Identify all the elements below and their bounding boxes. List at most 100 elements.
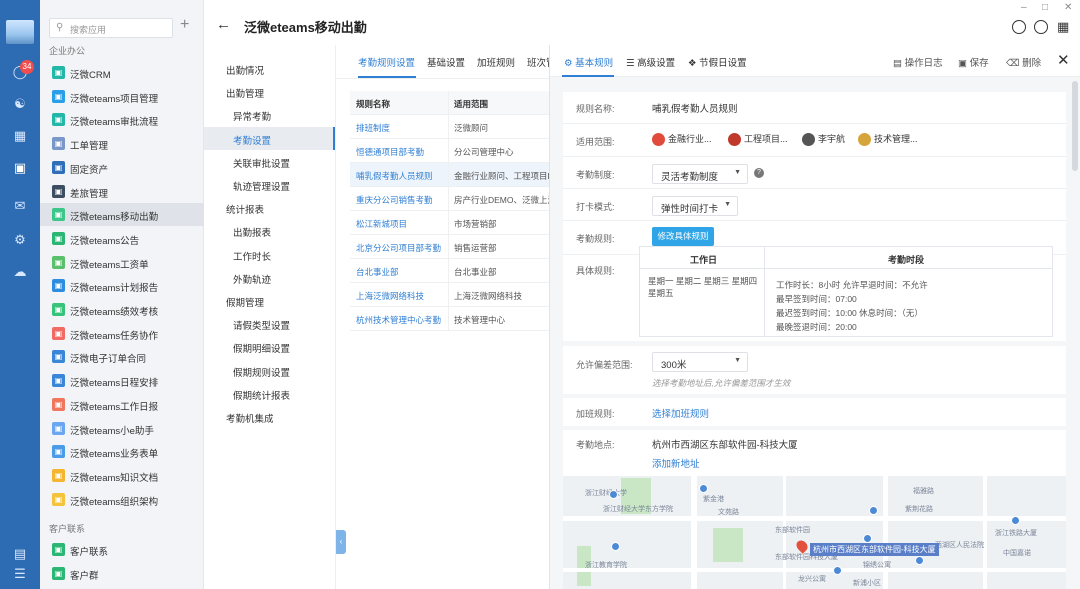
help-icon[interactable]: ? <box>754 168 764 178</box>
app-item[interactable]: ▣ 泛微eteams项目管理 <box>40 85 204 108</box>
tab-basic-rules[interactable]: ⚙ 基本规则 <box>564 55 613 69</box>
maximize-icon[interactable]: □ <box>1042 2 1048 13</box>
compass-icon[interactable] <box>1034 20 1048 34</box>
table-row[interactable]: 排班制度 泛微顾问 <box>350 115 549 139</box>
divider <box>448 307 449 331</box>
app-item[interactable]: ▣ 固定资产 <box>40 156 204 179</box>
edit-rule-button[interactable]: 修改具体规则 <box>652 227 714 246</box>
table-row[interactable]: 台北事业部 台北事业部 <box>350 259 549 283</box>
cloud-icon[interactable]: ☁ <box>12 264 28 280</box>
app-item[interactable]: ▣ 差旅管理 <box>40 180 204 203</box>
add-app-icon[interactable]: + <box>180 16 189 34</box>
subnav-item[interactable]: 关联审批设置 <box>204 150 335 173</box>
table-row[interactable]: 杭州技术管理中心考勤 技术管理中心 <box>350 307 549 331</box>
search-input[interactable]: ⚲ 搜索应用 <box>49 18 173 38</box>
subnav-item[interactable]: 假期规则设置 <box>204 359 335 382</box>
deviation-select[interactable]: 300米 ▼ <box>652 352 748 372</box>
mail-icon[interactable]: ✉ <box>12 198 28 214</box>
table-row[interactable]: 北京分公司项目部考勤 销售运营部 <box>350 235 549 259</box>
scope-tag[interactable]: 工程项目... <box>728 132 788 147</box>
tab-advanced-settings[interactable]: ☰ 高级设置 <box>626 55 675 69</box>
settings-icon[interactable]: ⚙ <box>12 232 28 248</box>
app-item[interactable]: ▣ 泛微eteams组织架构 <box>40 488 204 511</box>
subnav-item[interactable]: 外勤轨迹 <box>204 266 335 289</box>
app-item[interactable]: ▣ 泛微CRM <box>40 61 204 84</box>
calendar-icon[interactable]: ▦ <box>12 128 28 144</box>
app-item[interactable]: ▣ 泛微电子订单合同 <box>40 345 204 368</box>
delete-button[interactable]: ⌫ 删除 <box>1006 55 1041 69</box>
app-item[interactable]: ▣ 泛微eteams知识文档 <box>40 464 204 487</box>
close-window-icon[interactable]: ✕ <box>1064 2 1072 13</box>
app-item-label: 泛微eteams公告 <box>70 235 140 247</box>
table-row[interactable]: 恒德通项目部考勤 分公司管理中心 <box>350 139 549 163</box>
app-item[interactable]: ▣ 泛微eteams计划报告 <box>40 274 204 297</box>
subnav-item[interactable]: 出勤管理 <box>204 80 335 103</box>
subnav-item-label: 出勤管理 <box>226 89 265 101</box>
menu-icon[interactable]: ☰ <box>12 566 28 582</box>
overtime-card: 加班规则: 选择加班规则 <box>563 398 1066 426</box>
tab-overtime-rules[interactable]: 加班规则 <box>477 55 515 69</box>
table-row[interactable]: 松江新城项目 市场营销部 <box>350 211 549 235</box>
subnav-item[interactable]: 出勤报表 <box>204 219 335 242</box>
caret-down-icon: ▼ <box>734 357 741 364</box>
punch-mode-select[interactable]: 弹性时间打卡 ▼ <box>652 196 738 216</box>
app-item[interactable]: ▣ 泛微eteams移动出勤 <box>40 203 204 227</box>
operation-log-button[interactable]: ▤ 操作日志 <box>893 55 943 69</box>
save-button[interactable]: ▣ 保存 <box>958 55 989 69</box>
tab-attendance-rules[interactable]: 考勤规则设置 <box>358 55 415 69</box>
tab-holiday-settings[interactable]: ❖ 节假日设置 <box>688 55 747 69</box>
app-item[interactable]: ▣ 泛微eteams审批流程 <box>40 108 204 131</box>
rule-scope-cell: 分公司管理中心 <box>454 147 514 157</box>
app-item[interactable]: ▣ 泛微eteams绩效考核 <box>40 298 204 321</box>
subnav-item[interactable]: 请假类型设置 <box>204 312 335 335</box>
customer-app-item[interactable]: ▣ 客户联系 <box>40 538 204 561</box>
collapse-handle-icon[interactable]: ‹ <box>336 530 346 554</box>
subnav-item[interactable]: 工作时长 <box>204 243 335 266</box>
subnav-item[interactable]: 轨迹管理设置 <box>204 173 335 196</box>
search-placeholder: 搜索应用 <box>70 25 107 35</box>
customer-app-item[interactable]: ▣ 客户群 <box>40 562 204 585</box>
attendance-system-select[interactable]: 灵活考勤制度 ▼ <box>652 164 748 184</box>
add-location-link[interactable]: 添加新地址 <box>652 456 700 470</box>
subnav-item[interactable]: 假期统计报表 <box>204 382 335 405</box>
table-row[interactable]: 重庆分公司销售考勤 房产行业DEMO、泛微上海 <box>350 187 549 211</box>
app-item[interactable]: ▣ 泛微eteams业务表单 <box>40 440 204 463</box>
detail-scrollbar[interactable] <box>1072 81 1078 171</box>
select-overtime-link[interactable]: 选择加班规则 <box>652 406 709 420</box>
subnav-item[interactable]: 假期明细设置 <box>204 335 335 358</box>
app-item[interactable]: ▣ 工单管理 <box>40 132 204 155</box>
minimize-icon[interactable]: – <box>1021 2 1027 13</box>
subnav-item[interactable]: 异常考勤 <box>204 103 335 126</box>
org-icon[interactable]: ☯ <box>12 96 28 112</box>
app-item[interactable]: ▣ 泛微eteams公告 <box>40 227 204 250</box>
message-icon[interactable]: ▤ <box>12 546 28 562</box>
app-item[interactable]: ▣ 泛微eteams任务协作 <box>40 322 204 345</box>
subnav-item[interactable]: 考勤设置 <box>204 126 335 150</box>
app-item[interactable]: ▣ 泛微eteams日程安排 <box>40 369 204 392</box>
divider <box>448 259 449 283</box>
tab-basic-settings[interactable]: 基础设置 <box>427 55 465 69</box>
rule-name-value[interactable]: 哺乳假考勤人员规则 <box>652 101 738 115</box>
app-item[interactable]: ▣ 泛微eteams工资单 <box>40 251 204 274</box>
map-road <box>883 476 888 589</box>
subnav-item[interactable]: 假期管理 <box>204 289 335 312</box>
refresh-icon[interactable] <box>1012 20 1026 34</box>
scope-tag[interactable]: 金融行业... <box>652 132 712 147</box>
subnav-item[interactable]: 出勤情况 <box>204 57 335 80</box>
app-item[interactable]: ▣ 泛微eteams工作日报 <box>40 393 204 416</box>
trash-icon: ⌫ <box>1006 58 1020 69</box>
subnav-item[interactable]: 考勤机集成 <box>204 405 335 428</box>
subnav-item[interactable]: 统计报表 <box>204 196 335 219</box>
location-map[interactable]: 浙江财经大学 浙江财经大学东方学院 紫金港 文苑路 东部软件园 东部软件园科技大… <box>563 476 1066 589</box>
app-item[interactable]: ▣ 泛微eteams小e助手 <box>40 417 204 440</box>
close-panel-icon[interactable]: ✕ <box>1057 51 1070 69</box>
map-poi-icon <box>1011 516 1020 525</box>
qr-icon[interactable]: ▦ <box>1057 19 1069 35</box>
table-row[interactable]: 哺乳假考勤人员规则 金融行业顾问、工程项目DE <box>350 163 549 187</box>
scope-tag[interactable]: 技术管理... <box>858 132 918 147</box>
back-arrow-icon[interactable]: ← <box>216 16 231 33</box>
apps-grid-icon[interactable]: ▣ <box>12 160 28 176</box>
table-row[interactable]: 上海泛微网络科技 上海泛微网络科技 <box>350 283 549 307</box>
scope-tag[interactable]: 李宇航 <box>802 132 845 147</box>
app-logo[interactable] <box>6 20 34 44</box>
